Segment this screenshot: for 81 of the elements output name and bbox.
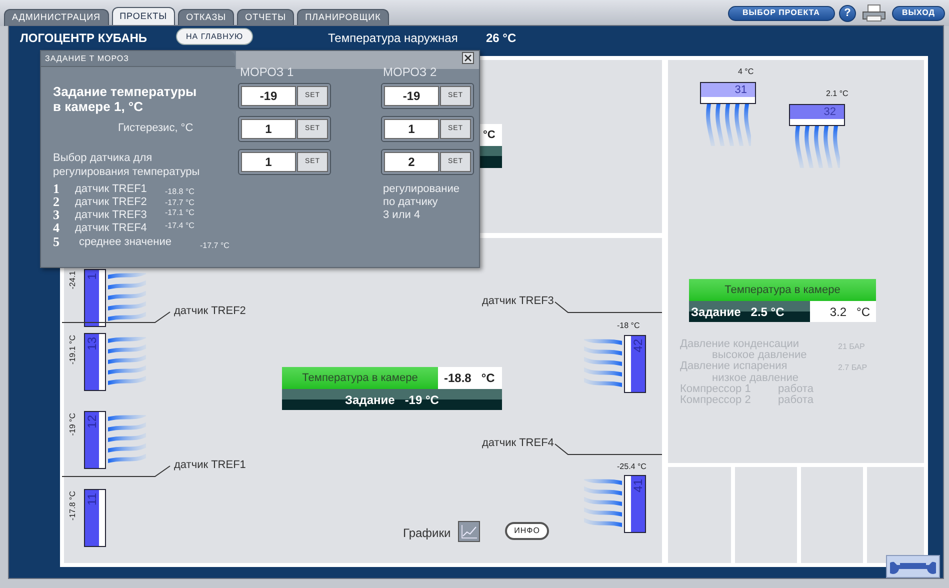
select-project-button[interactable]: ВЫБОР ПРОЕКТА	[728, 6, 835, 20]
home-button[interactable]: НА ГЛАВНУЮ	[176, 28, 254, 45]
input-field[interactable]: 1	[241, 119, 296, 139]
unit-temperature: -19 °C	[69, 413, 77, 436]
sensor-name: датчик TREF2	[75, 195, 147, 209]
dialog-title: ЗАДАНИЕ Т МОРОЗ	[41, 51, 235, 67]
outdoor-temperature-value: 26 °C	[486, 30, 516, 47]
sensor-name: датчик TREF4	[75, 221, 147, 235]
setpoint-label: в камере 1, °C	[53, 99, 144, 114]
input-field[interactable]: -19	[241, 86, 296, 106]
sensor-number: 5	[53, 235, 60, 249]
site-title: ЛОГОЦЕНТР КУБАНЬ	[20, 30, 148, 47]
temperature-label: Температура в камере	[689, 279, 876, 301]
sensor-label: датчик TREF4	[482, 436, 554, 451]
unit-number: 12	[86, 415, 98, 428]
sensor-value: -17.4 °C	[165, 220, 194, 232]
sensor-value: -17.7 °C	[200, 240, 230, 252]
tab[interactable]: ПРОЕКТЫ	[112, 7, 176, 26]
sensor-value: -17.7 °C	[165, 197, 194, 209]
sensor-select-label: Выбор датчика для	[53, 151, 152, 165]
sensor-name: датчик TREF3	[75, 208, 147, 222]
unit-temperature: -18 °C	[617, 320, 640, 332]
sensor-number: 3	[53, 208, 60, 222]
column-header: МОРОЗ 1	[240, 64, 294, 81]
unit-temperature: 4 °C	[738, 66, 754, 78]
setpoint-value: Задание -19 °C	[345, 392, 439, 408]
sensor-value: -17.1 °C	[165, 207, 194, 219]
unit-temperature: -25.4 °C	[617, 461, 646, 473]
unit-number: 31	[734, 84, 747, 96]
sensor-label: датчик TREF1	[174, 458, 246, 473]
input-field[interactable]: 1	[241, 152, 296, 172]
column-header: МОРОЗ 2	[383, 64, 437, 81]
sensor-number: 1	[53, 182, 60, 196]
temperature-label: Температура в камере	[282, 367, 438, 389]
temperature-unit: °C	[480, 124, 502, 146]
sensor-name: среднее значение	[79, 235, 172, 249]
temperature-unit: °C	[856, 304, 870, 320]
hysteresis-label: Гистерезис, °C	[118, 121, 194, 136]
wrench-icon[interactable]	[886, 555, 940, 578]
setpoint-value: Задание 2.5 °C	[691, 304, 784, 320]
unit-number: 11	[86, 493, 98, 506]
regulation-note: по датчику	[383, 196, 438, 209]
tab[interactable]: АДМИНИСТРАЦИЯ	[4, 9, 109, 26]
tab[interactable]: ПЛАНИРОВЩИК	[297, 9, 389, 26]
setpoint-bar-stripe	[480, 146, 502, 156]
info-button[interactable]: ИНФО	[505, 522, 549, 540]
regulation-note: регулирование	[383, 183, 460, 196]
exit-button[interactable]: ВЫХОД	[892, 6, 945, 20]
sensor-value: -18.8 °C	[165, 186, 194, 198]
input-field[interactable]: 1	[384, 119, 439, 139]
unit-number: 32	[824, 106, 836, 118]
sensor-number: 4	[53, 221, 60, 235]
sensor-label: датчик TREF3	[482, 294, 554, 309]
unit-temperature: -24.1	[69, 271, 77, 290]
unit-number: 41	[632, 479, 644, 492]
input-field[interactable]: -19	[384, 86, 439, 106]
unit-temperature: -19.1 °C	[69, 335, 77, 364]
unit-temperature: -17.8 °C	[69, 491, 77, 520]
input-field[interactable]: 2	[384, 152, 439, 172]
help-button[interactable]: ?	[838, 4, 856, 22]
sensor-name: датчик TREF1	[75, 182, 147, 196]
sensor-select-label: регулирования температуры	[53, 165, 200, 179]
outdoor-temperature-label: Температура наружная	[328, 30, 458, 47]
temperature-unit: °C	[481, 370, 495, 387]
regulation-note: 3 или 4	[383, 209, 420, 222]
temperature-value: 3.2	[830, 304, 847, 320]
charts-label: Графики	[403, 525, 451, 542]
sensor-label: датчик TREF2	[174, 304, 246, 319]
close-button[interactable]	[462, 52, 474, 64]
unit-temperature: 2.1 °C	[826, 88, 848, 100]
setpoint-bar-stripe	[480, 156, 502, 168]
temperature-value: -18.8	[444, 370, 472, 387]
sensor-number: 2	[53, 195, 60, 209]
tab[interactable]: ОТКАЗЫ	[178, 9, 234, 26]
unit-number: 42	[632, 339, 644, 352]
unit-number: 1	[86, 273, 98, 280]
setpoint-label: Задание температуры	[53, 84, 197, 99]
unit-number: 13	[86, 337, 98, 350]
tab[interactable]: ОТЧЕТЫ	[237, 9, 294, 26]
chart-icon[interactable]	[458, 521, 480, 542]
printer-icon[interactable]	[860, 3, 888, 23]
